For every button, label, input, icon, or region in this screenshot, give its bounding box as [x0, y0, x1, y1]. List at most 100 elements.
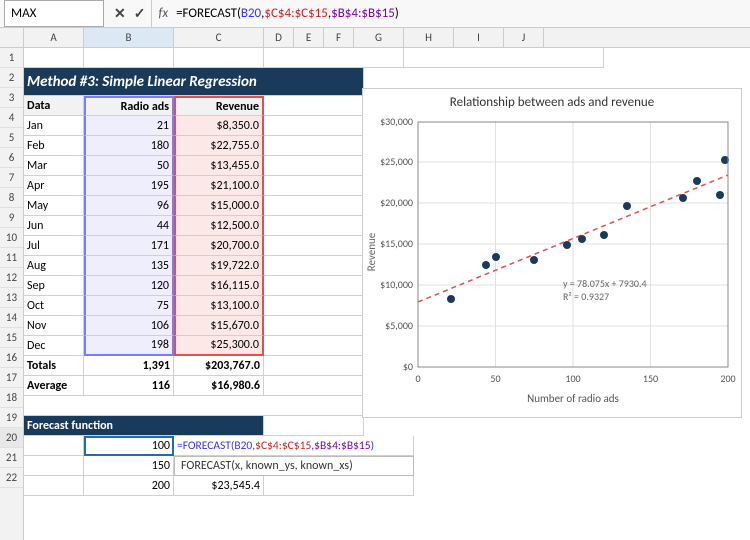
cell-a3[interactable]: Data	[24, 96, 84, 116]
cell-b10[interactable]: 171	[84, 236, 174, 256]
svg-text:$15,000: $15,000	[380, 237, 413, 250]
row-num-19: 19	[0, 408, 23, 428]
data-point-aug	[623, 202, 631, 210]
cell-c5[interactable]: $22,755.0	[174, 136, 264, 156]
cell-b22[interactable]: 200	[84, 476, 174, 496]
cell-c13[interactable]: $13,100.0	[174, 296, 264, 316]
cell-b21[interactable]: 150	[84, 456, 174, 476]
row-num-11: 11	[0, 248, 23, 268]
cell-c22[interactable]: $23,545.4	[174, 476, 264, 496]
cell-c4[interactable]: $8,350.0	[174, 116, 264, 136]
col-header-i: I	[454, 28, 504, 47]
data-point-may	[563, 241, 571, 249]
cell-a12[interactable]: Sep	[24, 276, 84, 296]
row-num-9: 9	[0, 208, 23, 228]
cell-a5[interactable]: Feb	[24, 136, 84, 156]
row-num-17: 17	[0, 368, 23, 388]
row-21: 150 FORECAST(x, known_ys, known_xs)	[24, 456, 750, 476]
cell-a4[interactable]: Jan	[24, 116, 84, 136]
cell-a16[interactable]: Totals	[24, 356, 84, 376]
column-headers: A B C D E F G H I J	[0, 28, 750, 48]
cell-b13[interactable]: 75	[84, 296, 174, 316]
chart-svg: Revenue $0 $5,000 $10,000 $15,000 $20,00…	[363, 112, 743, 412]
cell-c17[interactable]: $16,980.6	[174, 376, 264, 396]
row-num-5: 5	[0, 128, 23, 148]
cell-b8[interactable]: 96	[84, 196, 174, 216]
cell-chart1	[404, 48, 604, 68]
col-header-h: H	[404, 28, 454, 47]
cell-c9[interactable]: $12,500.0	[174, 216, 264, 236]
row-num-13: 13	[0, 288, 23, 308]
cell-a11[interactable]: Aug	[24, 256, 84, 276]
cell-a8[interactable]: May	[24, 196, 84, 216]
cell-b15[interactable]: 198	[84, 336, 174, 356]
cell-b12[interactable]: 120	[84, 276, 174, 296]
row-num-7: 7	[0, 168, 23, 188]
cell-c20-formula[interactable]: =FORECAST(B20,$C$4:$C$15,$B$4:$B$15)	[174, 436, 414, 456]
cell-a13[interactable]: Oct	[24, 296, 84, 316]
cell-b6[interactable]: 50	[84, 156, 174, 176]
cell-a22[interactable]	[24, 476, 84, 496]
cell-a20[interactable]	[24, 436, 84, 456]
col-header-e: E	[294, 28, 324, 47]
name-box[interactable]: MAX	[4, 0, 104, 27]
cell-c12[interactable]: $16,115.0	[174, 276, 264, 296]
cell-a1[interactable]	[24, 48, 84, 68]
cell-a9[interactable]: Jun	[24, 216, 84, 236]
cell-c15[interactable]: $25,300.0	[174, 336, 264, 356]
cell-b1[interactable]	[84, 48, 174, 68]
cell-c1[interactable]	[174, 48, 264, 68]
formula-text: =FORECAST(B20,$C$4:$C$15,$B$4:$B$15)	[176, 6, 399, 21]
cell-a10[interactable]: Jul	[24, 236, 84, 256]
row-numbers: 1 2 3 4 5 6 7 8 9 10 11 12 13 14 15 16 1…	[0, 48, 24, 540]
cell-b16[interactable]: 1,391	[84, 356, 174, 376]
svg-text:$25,000: $25,000	[380, 155, 413, 168]
row-num-22: 22	[0, 468, 23, 488]
cell-b5[interactable]: 180	[84, 136, 174, 156]
cell-b4[interactable]: 21	[84, 116, 174, 136]
data-point-jan	[447, 295, 455, 303]
confirm-icon[interactable]: ✓	[134, 5, 146, 22]
cell-c3[interactable]: Revenue	[174, 96, 264, 116]
col-header-b: B	[84, 28, 174, 47]
cell-a17[interactable]: Average	[24, 376, 84, 396]
row-num-8: 8	[0, 188, 23, 208]
cell-c14[interactable]: $15,670.0	[174, 316, 264, 336]
cell-forecast-header[interactable]: Forecast function	[24, 416, 264, 436]
cell-c8[interactable]: $15,000.0	[174, 196, 264, 216]
cell-b14[interactable]: 106	[84, 316, 174, 336]
cell-a21[interactable]	[24, 456, 84, 476]
cell-b7[interactable]: 195	[84, 176, 174, 196]
cell-a15[interactable]: Dec	[24, 336, 84, 356]
svg-text:100: 100	[565, 372, 580, 385]
cell-c11[interactable]: $19,722.0	[174, 256, 264, 276]
cancel-icon[interactable]: ✕	[114, 5, 126, 22]
cell-c6[interactable]: $13,455.0	[174, 156, 264, 176]
cell-title[interactable]: Method #3: Simple Linear Regression	[24, 68, 364, 96]
formula-input[interactable]: fx =FORECAST(B20,$C$4:$C$15,$B$4:$B$15)	[151, 0, 750, 27]
cell-c16[interactable]: $203,767.0	[174, 356, 264, 376]
cell-a7[interactable]: Apr	[24, 176, 84, 196]
cell-de22[interactable]	[264, 476, 414, 496]
cell-c10[interactable]: $20,700.0	[174, 236, 264, 256]
cell-b11[interactable]: 135	[84, 256, 174, 276]
row-num-1: 1	[0, 48, 23, 68]
row-20: 100 =FORECAST(B20,$C$4:$C$15,$B$4:$B$15)	[24, 436, 750, 456]
svg-text:50: 50	[490, 372, 500, 385]
cell-b9[interactable]: 44	[84, 216, 174, 236]
svg-text:$0: $0	[403, 360, 413, 373]
cell-b20[interactable]: 100	[84, 436, 174, 456]
cell-row18[interactable]	[24, 396, 364, 416]
cell-def1[interactable]	[264, 48, 404, 68]
svg-text:$30,000: $30,000	[380, 115, 413, 128]
svg-text:$5,000: $5,000	[385, 319, 413, 332]
chart-title: Relationship between ads and revenue	[363, 89, 741, 110]
row-num-header	[0, 28, 24, 47]
cell-de19[interactable]	[264, 416, 364, 436]
cell-b17[interactable]: 116	[84, 376, 174, 396]
row-num-14: 14	[0, 308, 23, 328]
cell-a14[interactable]: Nov	[24, 316, 84, 336]
cell-a6[interactable]: Mar	[24, 156, 84, 176]
cell-b3[interactable]: Radio ads	[84, 96, 174, 116]
cell-c7[interactable]: $21,100.0	[174, 176, 264, 196]
